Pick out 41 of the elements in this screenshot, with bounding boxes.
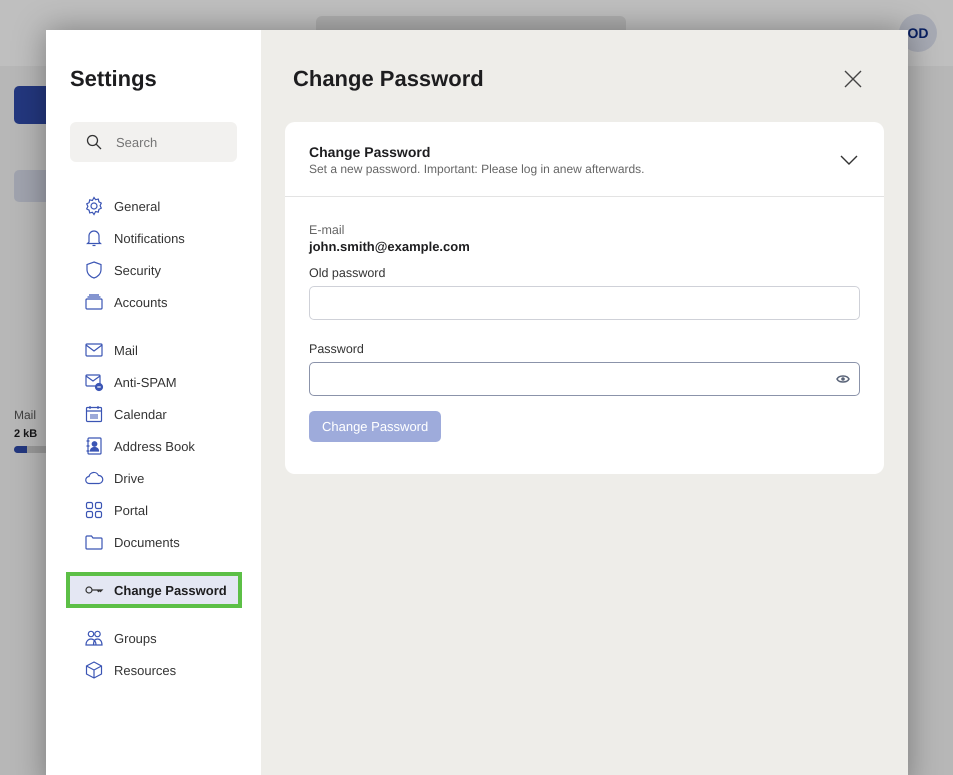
nav-item[interactable]: Resources [68,654,240,686]
bell-icon [84,228,104,248]
quota-value: 2 kB [14,428,38,440]
password-field[interactable] [309,362,860,396]
people-icon [84,628,104,648]
old-password-label: Old password [309,266,386,280]
stack-icon [84,292,104,312]
email-label: E-mail [309,223,344,237]
page-title: Change Password [293,66,484,92]
nav-item[interactable]: Drive [68,462,240,494]
nav-item[interactable]: Documents [68,526,240,558]
calendar-icon [84,404,104,424]
nav-item[interactable]: Notifications [68,222,240,254]
gear-icon [84,196,104,216]
eye-icon[interactable] [836,374,850,384]
cube-icon [84,660,104,680]
nav-item[interactable]: Anti-SPAM [68,366,240,398]
search-field[interactable]: Search [70,122,237,162]
nav-item[interactable]: Accounts [68,286,240,318]
nav-item[interactable]: General [68,190,240,222]
chevron-icon[interactable] [840,155,858,165]
settings-title: Settings [70,66,158,92]
nav-item[interactable]: Security [68,254,240,286]
quota-label: Mail [14,408,36,422]
nav-item[interactable]: Calendar [68,398,240,430]
contact-book-icon [84,436,104,456]
card-title: Change Password [309,144,432,160]
nav-item[interactable]: Address Book [68,430,240,462]
card-subtitle: Set a new password. Important: Please log in anew afterwards. [309,162,645,176]
email-value: john.smith@example.com [309,239,470,254]
nav-item[interactable]: Mail [68,334,240,366]
close-icon[interactable] [844,70,862,88]
search-icon [86,134,102,150]
nav-item[interactable]: Portal [68,494,240,526]
old-password-field[interactable] [309,286,860,320]
envelope-minus-icon [84,372,104,392]
shield-icon [84,260,104,280]
nav-item[interactable]: Groups [68,622,240,654]
password-label: Password [309,342,364,356]
nav-item[interactable]: Change Password [68,574,240,606]
grid-icon [84,500,104,520]
